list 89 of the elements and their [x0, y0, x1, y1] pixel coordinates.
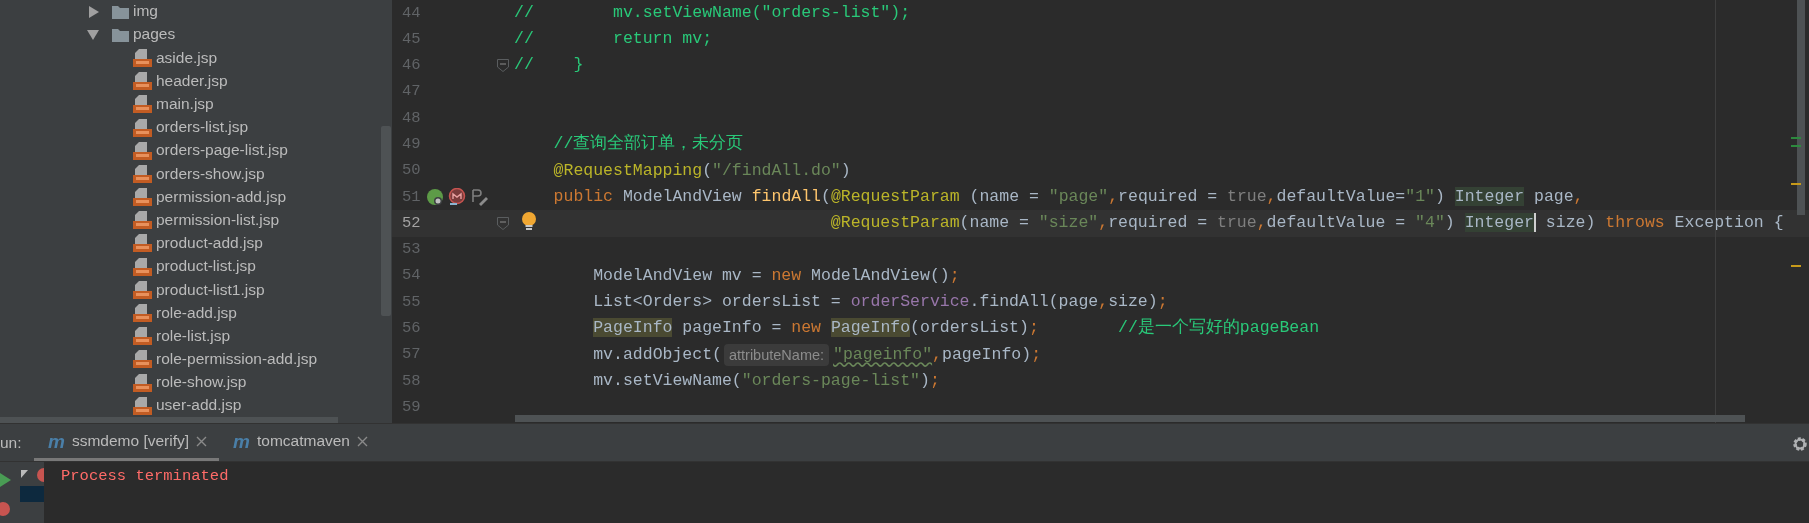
scrollbar-thumb[interactable] [381, 126, 391, 316]
jsp-file-icon [133, 211, 152, 230]
file-name[interactable]: role-list.jsp [156, 326, 231, 346]
file-name[interactable]: product-list1.jsp [156, 280, 265, 300]
file-name[interactable]: img [133, 2, 158, 21]
console-output: Process terminated [61, 466, 230, 487]
bean-icon[interactable] [426, 187, 445, 207]
jsp-file-icon [133, 95, 152, 114]
jsp-file-icon [133, 280, 152, 299]
jsp-file-icon [133, 164, 152, 183]
file-name[interactable]: orders-show.jsp [156, 164, 265, 184]
run-tab[interactable]: m tomcatmaven [219, 424, 380, 461]
fold-icon[interactable] [497, 217, 509, 230]
line-number: 57 [401, 344, 422, 366]
line-number: 44 [401, 2, 422, 24]
panel-label: un: [0, 432, 23, 453]
folder-icon [112, 27, 129, 42]
line-number: 58 [401, 370, 422, 392]
code-text: "pageinfo",pageInfo); [833, 343, 1042, 366]
jsp-file-icon [133, 304, 152, 323]
line-number: 46 [401, 55, 422, 77]
line-number: 55 [401, 291, 422, 313]
code-line: //查询全部订单，未分页 [552, 133, 744, 156]
line-number: 56 [401, 318, 422, 340]
jsp-file-icon [133, 72, 152, 91]
jsp-file-icon [133, 141, 152, 160]
code-line: // mv.setViewName("orders-list"); [514, 1, 911, 24]
file-name[interactable]: role-add.jsp [156, 303, 237, 323]
code-line: public ModelAndView findAll(@RequestParam (name = "page",required = true,defaultValue="1") Integer page, [552, 185, 1584, 208]
file-name[interactable]: permission-add.jsp [156, 187, 287, 207]
code-line: // } [514, 54, 584, 77]
run-tab[interactable]: m ssmdemo [verify] [34, 424, 220, 461]
line-number: 51 [401, 186, 422, 208]
file-name[interactable]: orders-page-list.jsp [156, 141, 288, 160]
file-name[interactable]: pages [133, 25, 176, 45]
jsp-file-icon [133, 327, 152, 346]
code-line: mv.setViewName("orders-page-list"); [592, 369, 940, 392]
mapping-icon[interactable] [448, 187, 467, 207]
line-number: 50 [401, 160, 422, 182]
stop-icon[interactable] [37, 468, 44, 482]
expand-arrow-icon[interactable] [87, 5, 99, 18]
folder-icon [112, 4, 129, 19]
line-number: 52 [401, 212, 422, 234]
run-icon[interactable] [0, 472, 11, 488]
jsp-file-icon [133, 396, 152, 415]
fold-icon[interactable] [497, 59, 509, 73]
file-name[interactable]: product-list.jsp [156, 257, 256, 276]
file-name[interactable]: product-add.jsp [156, 234, 263, 253]
file-name[interactable]: header.jsp [156, 71, 228, 91]
code-line: PageInfo pageInfo = new PageInfo(ordersList); //是一个写好的pageBean [592, 317, 1320, 340]
line-number: 59 [401, 396, 422, 418]
expand-arrow-icon[interactable] [87, 28, 99, 41]
jsp-file-icon [133, 188, 152, 207]
line-number: 54 [401, 265, 422, 287]
code-line: @RequestMapping("/findAll.do") [552, 159, 851, 182]
code-line: // return mv; [514, 28, 713, 51]
file-name[interactable]: main.jsp [156, 95, 214, 114]
file-name[interactable]: user-add.jsp [156, 396, 242, 416]
close-icon[interactable] [196, 435, 208, 447]
code-line: @RequestParam(name = "size",required = true,defaultValue = "4") Integer size) throws Exception { [829, 212, 1784, 235]
line-number: 53 [401, 239, 422, 261]
line-number: 47 [401, 81, 422, 103]
scrollbar-thumb[interactable] [515, 415, 1745, 422]
scrollbar-thumb[interactable] [0, 417, 338, 423]
jsp-file-icon [133, 373, 152, 392]
scrollbar-thumb[interactable] [1797, 0, 1805, 215]
code-line: ModelAndView mv = new ModelAndView(); [592, 264, 960, 287]
file-name[interactable]: permission-list.jsp [156, 211, 280, 230]
file-name[interactable]: role-permission-add.jsp [156, 350, 318, 369]
file-name[interactable]: aside.jsp [156, 48, 218, 68]
settings-icon[interactable] [1792, 436, 1808, 452]
file-name[interactable]: orders-list.jsp [156, 118, 249, 137]
bulb-icon[interactable] [521, 212, 537, 232]
code-line: List<Orders> ordersList = orderService.findAll(page,size); [592, 291, 1168, 314]
edit-icon[interactable] [470, 187, 489, 207]
line-number: 45 [401, 28, 422, 50]
jsp-file-icon [133, 48, 152, 67]
line-number: 48 [401, 107, 422, 129]
file-name[interactable]: role-show.jsp [156, 373, 247, 392]
inlay-hint: attributeName: [723, 344, 830, 366]
triangle-icon [21, 470, 28, 478]
debug-icon[interactable] [0, 502, 11, 516]
line-number: 49 [401, 134, 422, 155]
jsp-file-icon [133, 350, 152, 369]
jsp-file-icon [133, 257, 152, 276]
jsp-file-icon [133, 234, 152, 253]
jsp-file-icon [133, 118, 152, 137]
code-text: mv.addObject( [592, 343, 722, 366]
close-icon[interactable] [357, 435, 368, 447]
